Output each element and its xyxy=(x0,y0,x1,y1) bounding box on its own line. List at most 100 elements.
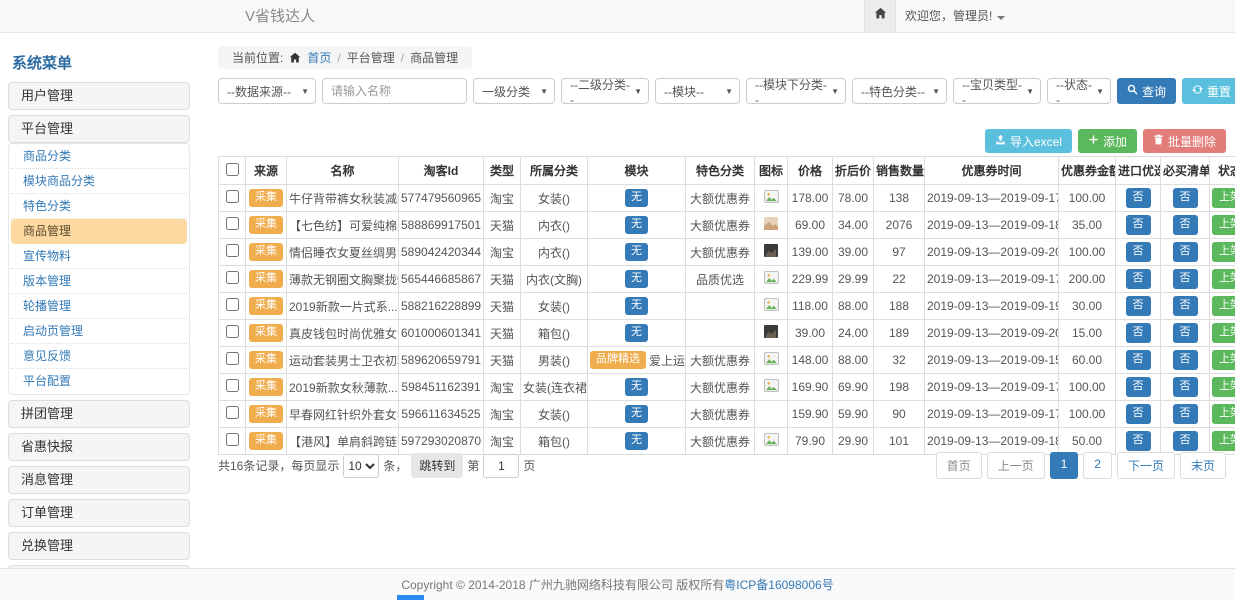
sidebar-item-版本管理[interactable]: 版本管理 xyxy=(11,269,187,294)
status-toggle[interactable]: 上架 xyxy=(1212,350,1235,369)
thumbnail-image-icon xyxy=(764,327,778,341)
status-toggle[interactable]: 上架 xyxy=(1212,242,1235,261)
thumbnail-image-icon xyxy=(764,300,779,314)
page-button-末页[interactable]: 末页 xyxy=(1180,452,1226,479)
status-toggle[interactable]: 上架 xyxy=(1212,188,1235,207)
row-checkbox[interactable] xyxy=(226,379,239,392)
sidebar-group-平台管理[interactable]: 平台管理 xyxy=(8,115,190,143)
module-select[interactable]: --模块--▼ xyxy=(655,78,740,104)
import-select-toggle[interactable]: 否 xyxy=(1126,350,1151,369)
cell-coupon-time: 2019-09-13—2019-09-18 xyxy=(925,212,1059,239)
must-buy-toggle[interactable]: 否 xyxy=(1173,350,1198,369)
status-toggle[interactable]: 上架 xyxy=(1212,269,1235,288)
breadcrumb-home-link[interactable]: 首页 xyxy=(307,49,331,66)
thumbnail-image-icon xyxy=(764,354,779,368)
cell-category: 男装() xyxy=(521,347,588,374)
status-toggle[interactable]: 上架 xyxy=(1212,296,1235,315)
must-buy-toggle[interactable]: 否 xyxy=(1173,242,1198,261)
sidebar-item-商品分类[interactable]: 商品分类 xyxy=(11,144,187,169)
add-button[interactable]: 添加 xyxy=(1078,129,1137,153)
import-select-toggle[interactable]: 否 xyxy=(1126,215,1151,234)
row-checkbox[interactable] xyxy=(226,433,239,446)
must-buy-toggle[interactable]: 否 xyxy=(1173,215,1198,234)
search-button[interactable]: 查询 xyxy=(1117,78,1176,104)
page-button-上一页[interactable]: 上一页 xyxy=(987,452,1045,479)
import-select-toggle[interactable]: 否 xyxy=(1126,242,1151,261)
sidebar-item-平台配置[interactable]: 平台配置 xyxy=(11,369,187,394)
must-buy-toggle[interactable]: 否 xyxy=(1173,269,1198,288)
data-source-select[interactable]: --数据来源--▼ xyxy=(218,78,316,104)
item-type-select[interactable]: --宝贝类型--▼ xyxy=(953,78,1041,104)
must-buy-toggle[interactable]: 否 xyxy=(1173,431,1198,450)
page-button-1[interactable]: 1 xyxy=(1050,452,1079,479)
status-toggle[interactable]: 上架 xyxy=(1212,431,1235,450)
sidebar-item-宣传物料[interactable]: 宣传物料 xyxy=(11,244,187,269)
sidebar-item-特色分类[interactable]: 特色分类 xyxy=(11,194,187,219)
module-badge: 无 xyxy=(625,189,648,206)
sidebar-item-意见反馈[interactable]: 意见反馈 xyxy=(11,344,187,369)
status-toggle[interactable]: 上架 xyxy=(1212,323,1235,342)
import-select-toggle[interactable]: 否 xyxy=(1126,323,1151,342)
import-select-toggle[interactable]: 否 xyxy=(1126,404,1151,423)
import-select-toggle[interactable]: 否 xyxy=(1126,269,1151,288)
page-button-下一页[interactable]: 下一页 xyxy=(1117,452,1175,479)
row-checkbox[interactable] xyxy=(226,244,239,257)
cell-source: 采集 xyxy=(246,212,287,239)
sidebar-item-商品管理[interactable]: 商品管理 xyxy=(11,219,187,244)
home-shortcut[interactable] xyxy=(864,0,896,32)
status-toggle[interactable]: 上架 xyxy=(1212,215,1235,234)
sidebar-item-模块商品分类[interactable]: 模块商品分类 xyxy=(11,169,187,194)
import-select-toggle[interactable]: 否 xyxy=(1126,377,1151,396)
status-toggle[interactable]: 上架 xyxy=(1212,404,1235,423)
page-number-input[interactable] xyxy=(483,454,519,478)
reset-button[interactable]: 重置 xyxy=(1182,78,1235,104)
select-value: --二级分类-- xyxy=(570,76,630,107)
cell-discount-price: 34.00 xyxy=(833,212,874,239)
name-input[interactable] xyxy=(322,78,467,104)
must-buy-toggle[interactable]: 否 xyxy=(1173,404,1198,423)
module-sub-select[interactable]: --模块下分类--▼ xyxy=(746,78,846,104)
must-buy-toggle[interactable]: 否 xyxy=(1173,377,1198,396)
import-select-toggle[interactable]: 否 xyxy=(1126,188,1151,207)
icp-link[interactable]: 粤ICP备16098006号 xyxy=(724,576,833,593)
sidebar-group-兑换管理[interactable]: 兑换管理 xyxy=(8,532,190,560)
chevron-down-icon: ▼ xyxy=(634,87,642,96)
import-select-toggle[interactable]: 否 xyxy=(1126,296,1151,315)
must-buy-toggle[interactable]: 否 xyxy=(1173,323,1198,342)
sidebar-item-轮播管理[interactable]: 轮播管理 xyxy=(11,294,187,319)
row-checkbox[interactable] xyxy=(226,325,239,338)
status-select[interactable]: --状态--▼ xyxy=(1047,78,1111,104)
row-checkbox[interactable] xyxy=(226,217,239,230)
sidebar-item-启动页管理[interactable]: 启动页管理 xyxy=(11,319,187,344)
select-all-checkbox[interactable] xyxy=(226,163,239,176)
row-checkbox[interactable] xyxy=(226,271,239,284)
page-button-2[interactable]: 2 xyxy=(1083,452,1112,479)
sidebar-group-用户管理[interactable]: 用户管理 xyxy=(8,82,190,110)
table-header-row: 来源名称淘客Id类型所属分类模块特色分类图标价格折后价销售数量优惠券时间优惠券金… xyxy=(219,157,1235,185)
user-menu[interactable]: 欢迎您，管理员! xyxy=(905,0,1005,33)
import-excel-button[interactable]: 导入excel xyxy=(985,129,1072,153)
batch-delete-button[interactable]: 批量删除 xyxy=(1143,129,1226,153)
jump-button[interactable]: 跳转到 xyxy=(411,453,463,478)
sidebar-group-订单管理[interactable]: 订单管理 xyxy=(8,499,190,527)
status-toggle[interactable]: 上架 xyxy=(1212,377,1235,396)
must-buy-toggle[interactable]: 否 xyxy=(1173,296,1198,315)
column-header-进口优选: 进口优选 xyxy=(1116,157,1161,185)
cell-feature xyxy=(686,320,755,347)
sidebar-group-省惠快报[interactable]: 省惠快报 xyxy=(8,433,190,461)
must-buy-toggle[interactable]: 否 xyxy=(1173,188,1198,207)
level2-category-select[interactable]: --二级分类-- ▼ xyxy=(561,78,649,104)
cell-type: 淘宝 xyxy=(484,428,521,455)
row-checkbox[interactable] xyxy=(226,298,239,311)
sidebar-group-消息管理[interactable]: 消息管理 xyxy=(8,466,190,494)
row-checkbox[interactable] xyxy=(226,190,239,203)
row-checkbox[interactable] xyxy=(226,406,239,419)
page-button-首页[interactable]: 首页 xyxy=(936,452,982,479)
feature-category-select[interactable]: --特色分类--▼ xyxy=(852,78,947,104)
chevron-down-icon: ▼ xyxy=(1026,87,1034,96)
row-checkbox[interactable] xyxy=(226,352,239,365)
sidebar-group-拼团管理[interactable]: 拼团管理 xyxy=(8,400,190,428)
import-select-toggle[interactable]: 否 xyxy=(1126,431,1151,450)
per-page-select[interactable]: 10 xyxy=(343,454,379,478)
level1-category-select[interactable]: 一级分类▼ xyxy=(473,78,555,104)
